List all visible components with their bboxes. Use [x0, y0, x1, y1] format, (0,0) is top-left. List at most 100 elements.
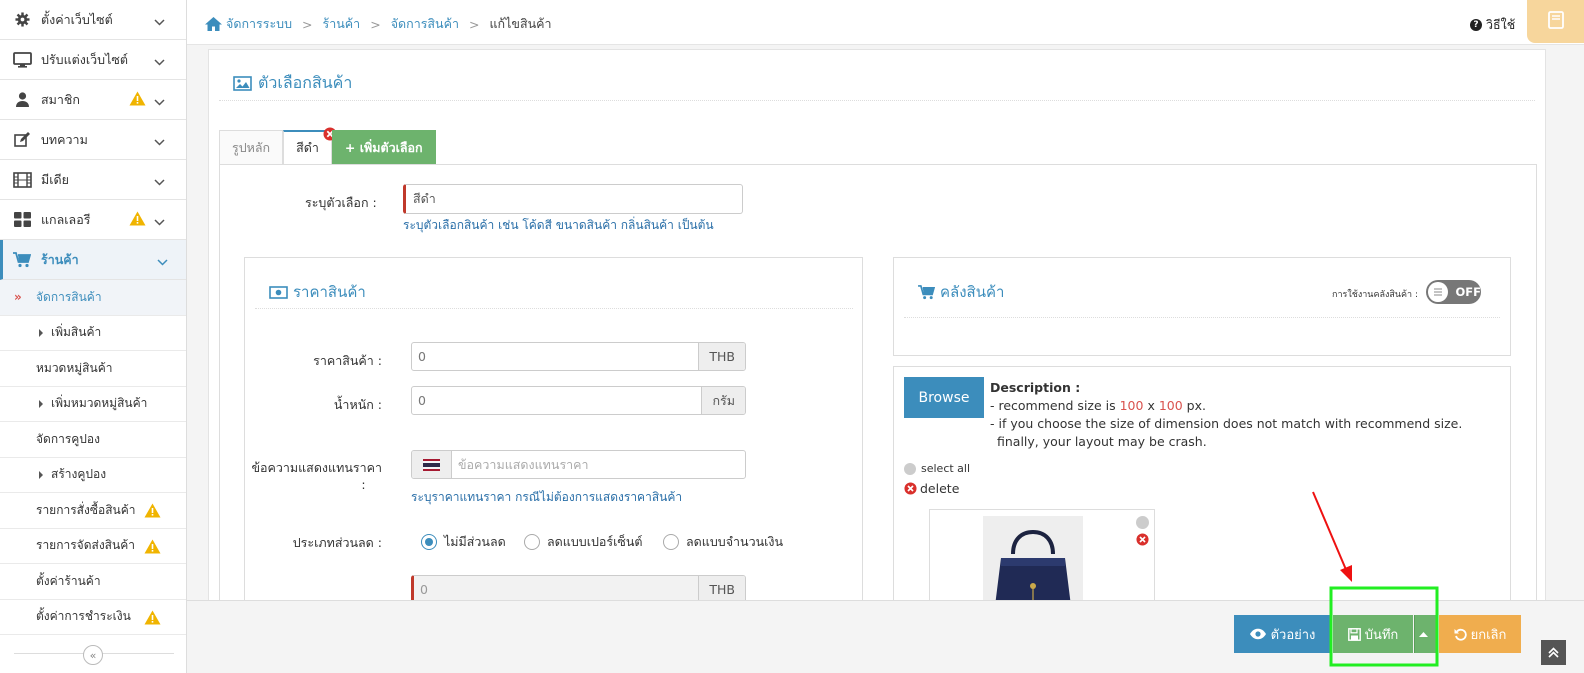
home-icon [205, 17, 222, 31]
sidebar-subitem-categories[interactable]: หมวดหมู่สินค้า [0, 351, 186, 387]
discount-input[interactable]: 0 [414, 576, 698, 600]
breadcrumb-manage-products-link[interactable]: จัดการสินค้า [391, 14, 459, 34]
tab-color-black[interactable]: สีดำ [283, 127, 337, 164]
discount-none-radio[interactable]: ไม่มีส่วนลด [421, 532, 506, 552]
price-input-group: 0 THB [411, 342, 746, 371]
sidebar-item-label: สมาชิก [41, 91, 80, 107]
save-button[interactable]: บันทึก [1333, 615, 1413, 653]
image-description: Description : - recommend size is 100 x … [990, 379, 1462, 451]
manual-button[interactable] [1527, 0, 1584, 43]
sidebar-subitem-orders[interactable]: รายการสั่งซื้อสินค้า [0, 493, 186, 529]
double-chevron-left-icon: « [89, 648, 97, 662]
sidebar-subitem-manage-products[interactable]: » จัดการสินค้า [0, 280, 186, 316]
sidebar-item-website-customize[interactable]: ปรับแต่งเว็บไซต์ [0, 40, 186, 80]
save-label: บันทึก [1364, 627, 1399, 643]
edit-icon [12, 131, 32, 149]
price-panel: ราคาสินค้า ราคาสินค้า : 0 THB น้ำหนัก : … [244, 257, 863, 600]
sidebar-item-website-settings[interactable]: ตั้งค่าเว็บไซต์ [0, 0, 186, 40]
sidebar-subitem-shipments[interactable]: รายการจัดส่งสินค้า [0, 529, 186, 564]
sidebar-item-shop[interactable]: ร้านค้า [0, 240, 186, 280]
sidebar-subitem-add-category[interactable]: เพิ่มหมวดหมู่สินค้า [0, 387, 186, 422]
sidebar-item-gallery[interactable]: แกลเลอรี [0, 200, 186, 240]
double-chevron-right-icon: » [14, 290, 22, 305]
sidebar-item-label: ปรับแต่งเว็บไซต์ [41, 51, 128, 67]
sidebar-subitem-manage-coupons[interactable]: จัดการคูปอง [0, 422, 186, 458]
breadcrumb-separator: > [302, 16, 313, 32]
sidebar-item-members[interactable]: สมาชิก [0, 80, 186, 120]
stock-panel-title: คลังสินค้า [918, 280, 1004, 304]
help-label: วิธีใช้ [1486, 17, 1516, 32]
option-name-input[interactable] [403, 184, 743, 214]
breadcrumb-shop-link[interactable]: ร้านค้า [323, 14, 361, 34]
product-image[interactable] [983, 516, 1083, 600]
breadcrumb: จัดการระบบ > ร้านค้า > จัดการสินค้า > แก… [205, 14, 552, 34]
weight-label: น้ำหนัก : [333, 397, 382, 412]
breadcrumb-separator: > [370, 16, 381, 32]
sidebar-item-media[interactable]: มีเดีย [0, 160, 186, 200]
breadcrumb-home-link[interactable]: จัดการระบบ [226, 14, 292, 34]
discount-percent-radio[interactable]: ลดแบบเปอร์เซ็นต์ [524, 532, 643, 552]
caret-right-icon [39, 470, 43, 479]
add-option-button[interactable]: + เพิ่มตัวเลือก [331, 130, 436, 164]
toggle-state: OFF [1455, 285, 1482, 299]
chevron-down-icon [154, 15, 165, 29]
action-bar: ตัวอย่าง บันทึก ยกเลิก [187, 600, 1584, 673]
delete-icon [904, 482, 917, 495]
double-chevron-up-icon [1548, 647, 1559, 658]
sidebar-subitem-add-product[interactable]: เพิ่มสินค้า [0, 316, 186, 351]
tab-main-image[interactable]: รูปหลัก [219, 130, 284, 164]
scroll-to-top-button[interactable] [1541, 640, 1566, 665]
chevron-down-icon [154, 215, 165, 229]
price-text-hint: ระบุราคาแทนราคา กรณีไม่ต้องการแสดงราคาสิ… [411, 490, 683, 504]
description-line-3: finally, your layout may be crash. [997, 434, 1207, 449]
stock-panel: คลังสินค้า การใช้งานคลังสินค้า : OFF [893, 257, 1511, 356]
select-all-button[interactable]: select all [904, 462, 970, 475]
discount-amount-radio[interactable]: ลดแบบจำนวนเงิน [663, 532, 783, 552]
circle-icon [904, 462, 916, 475]
delete-label: delete [920, 481, 960, 496]
warning-icon [129, 211, 146, 229]
help-link[interactable]: ? วิธีใช้ [1470, 15, 1515, 35]
radio-unselected-icon [663, 534, 679, 550]
sidebar-item-label: ตั้งค่าเว็บไซต์ [41, 11, 113, 27]
grid-icon [12, 211, 32, 229]
sidebar-subitem-payment-settings[interactable]: ตั้งค่าการชำระเงิน [0, 600, 186, 635]
tab-label: สีดำ [296, 140, 319, 155]
sidebar-item-articles[interactable]: บทความ [0, 120, 186, 160]
preview-button[interactable]: ตัวอย่าง [1234, 615, 1330, 653]
radio-label: ไม่มีส่วนลด [444, 534, 506, 549]
select-image-radio[interactable] [1136, 516, 1149, 529]
cancel-button[interactable]: ยกเลิก [1439, 615, 1521, 653]
image-thumbnail [929, 509, 1155, 600]
cart-icon [918, 284, 940, 300]
stock-toggle[interactable]: OFF [1426, 280, 1481, 304]
collapse-sidebar-button[interactable]: « [83, 645, 103, 665]
description-line-2: - if you choose the size of dimension do… [990, 416, 1463, 431]
divider [904, 317, 1500, 318]
sidebar-subitem-label: รายการจัดส่งสินค้า [36, 538, 135, 553]
sidebar-subitem-label: เพิ่มสินค้า [51, 325, 102, 340]
tab-label: รูปหลัก [232, 139, 271, 155]
price-text-label-colon: : [361, 477, 366, 492]
warning-icon [129, 91, 146, 109]
price-label: ราคาสินค้า : [313, 353, 382, 368]
weight-input[interactable]: 0 [412, 387, 701, 414]
browse-button[interactable]: Browse [904, 377, 984, 418]
radio-selected-icon [421, 534, 437, 550]
thai-flag-icon[interactable] [412, 451, 452, 478]
save-options-dropdown[interactable] [1414, 615, 1436, 653]
card-title-text: ตัวเลือกสินค้า [258, 73, 353, 92]
stock-panel-title-text: คลังสินค้า [940, 283, 1005, 301]
floppy-disk-icon [1347, 627, 1365, 641]
remove-image-icon[interactable] [1136, 533, 1149, 546]
delete-button[interactable]: delete [904, 481, 959, 496]
price-text-label: ข้อความแสดงแทนราคา [251, 460, 382, 475]
main-content: ตัวเลือกสินค้า รูปหลัก สีดำ + เพิ่มตัวเล… [187, 45, 1584, 600]
sidebar-subitem-shop-settings[interactable]: ตั้งค่าร้านค้า [0, 564, 186, 600]
sidebar-subitem-create-coupon[interactable]: สร้างคูปอง [0, 458, 186, 493]
price-input[interactable]: 0 [412, 343, 698, 370]
user-icon [12, 91, 32, 109]
chevron-down-icon [154, 95, 165, 109]
book-icon [1547, 11, 1564, 32]
price-text-input[interactable]: ข้อความแสดงแทนราคา [452, 451, 745, 478]
